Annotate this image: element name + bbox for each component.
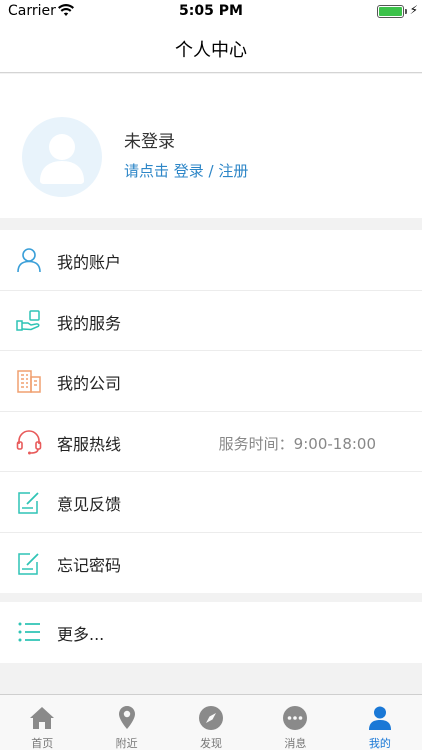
status-bar: Carrier 5:05 PM ⚡ xyxy=(0,0,422,24)
user-avatar-icon[interactable] xyxy=(22,117,102,197)
tab-messages[interactable]: 消息 xyxy=(253,695,337,750)
list-icon xyxy=(16,619,42,645)
building-icon xyxy=(16,368,42,394)
menu-label: 我的公司 xyxy=(57,374,122,393)
menu-item-feedback[interactable]: 意见反馈 xyxy=(0,472,422,533)
menu-item-company[interactable]: 我的公司 xyxy=(0,351,422,412)
menu-label: 意见反馈 xyxy=(57,495,122,514)
compass-icon xyxy=(198,705,224,731)
menu-label: 客服热线 xyxy=(57,434,122,454)
tab-label: 附近 xyxy=(115,737,138,750)
menu-item-account[interactable]: 我的账户 xyxy=(0,230,422,291)
login-status: 未登录 xyxy=(124,132,175,152)
location-pin-icon xyxy=(114,705,140,731)
menu-item-forgot-password[interactable]: 忘记密码 xyxy=(0,533,422,594)
charging-icon: ⚡ xyxy=(409,3,418,17)
tab-discover[interactable]: 发现 xyxy=(169,695,253,750)
menu-list: 我的账户 我的服务 我的公司 客服热线 服务时间：9:00-18:00 意见反馈… xyxy=(0,230,422,593)
menu-item-services[interactable]: 我的服务 xyxy=(0,291,422,351)
person-icon xyxy=(367,705,393,731)
service-hand-icon xyxy=(16,308,42,334)
edit-note-icon xyxy=(16,550,42,576)
person-icon xyxy=(16,247,42,273)
headset-icon xyxy=(16,429,42,455)
battery-icon xyxy=(377,5,404,18)
clock: 5:05 PM xyxy=(179,3,243,19)
login-register-link[interactable]: 请点击 登录 / 注册 xyxy=(124,160,248,181)
tab-nearby[interactable]: 附近 xyxy=(84,695,168,750)
tab-label: 消息 xyxy=(284,737,307,750)
navigation-bar: 个人中心 xyxy=(0,24,422,73)
profile-header[interactable]: 未登录 请点击 登录 / 注册 xyxy=(0,74,422,218)
menu-label: 忘记密码 xyxy=(57,555,122,575)
tab-label: 首页 xyxy=(31,737,54,750)
edit-note-icon xyxy=(16,489,42,515)
more-section: 更多... xyxy=(0,602,422,663)
tab-label: 我的 xyxy=(368,737,391,750)
tab-profile[interactable]: 我的 xyxy=(338,695,422,750)
menu-item-hotline[interactable]: 客服热线 服务时间：9:00-18:00 xyxy=(0,412,422,472)
chat-bubble-icon xyxy=(282,705,308,731)
service-hours: 服务时间：9:00-18:00 xyxy=(218,434,376,453)
page-title: 个人中心 xyxy=(175,40,247,61)
home-icon xyxy=(29,705,55,731)
tab-label: 发现 xyxy=(200,737,223,750)
menu-item-more[interactable]: 更多... xyxy=(0,602,422,663)
menu-label: 我的账户 xyxy=(57,253,122,272)
tab-bar: 首页 附近 发现 消息 我的 xyxy=(0,694,422,750)
battery-cap xyxy=(405,9,407,14)
menu-label: 更多... xyxy=(57,625,105,644)
tab-home[interactable]: 首页 xyxy=(0,695,84,750)
menu-label: 我的服务 xyxy=(57,313,122,333)
